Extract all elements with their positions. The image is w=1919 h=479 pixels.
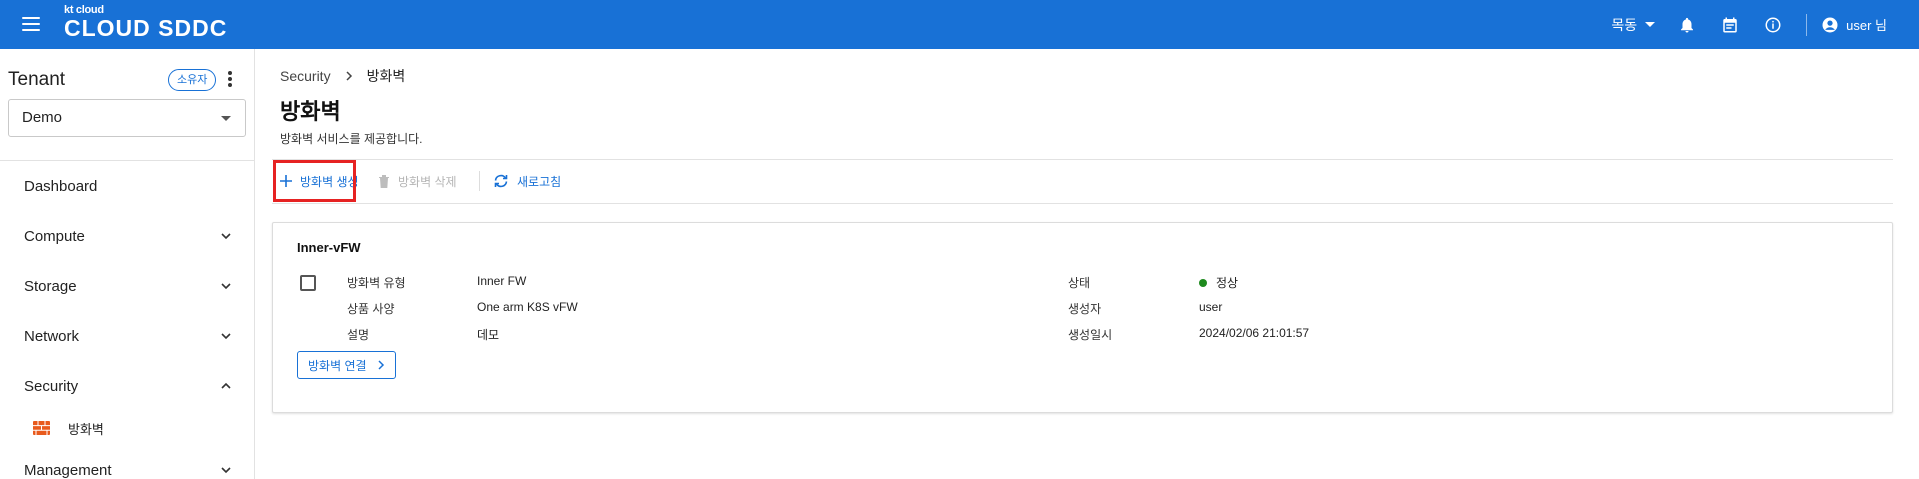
calendar-icon[interactable] — [1720, 15, 1740, 35]
chevron-down-icon — [221, 233, 231, 240]
toolbar-separator — [479, 171, 480, 191]
firewall-name: Inner-vFW — [297, 240, 361, 255]
firewall-type-label: 방화벽 유형 — [347, 276, 406, 290]
chevron-down-icon — [221, 467, 231, 474]
page-title: 방화벽 — [280, 99, 341, 124]
tenant-select-value: Demo — [22, 109, 63, 126]
chevron-up-icon — [221, 382, 231, 389]
more-options-icon[interactable] — [226, 71, 234, 89]
sidebar-item-storage[interactable]: Storage — [24, 271, 234, 301]
chevron-down-icon — [221, 333, 231, 340]
bell-icon[interactable] — [1677, 15, 1697, 35]
status-value: 정상 — [1216, 276, 1239, 290]
refresh-icon — [494, 174, 508, 188]
chevron-down-icon — [221, 283, 231, 290]
sidebar-item-label: Network — [24, 327, 80, 345]
product-spec-label: 상품 사양 — [347, 302, 395, 316]
highlight-box — [273, 160, 356, 202]
description-label: 설명 — [347, 328, 370, 342]
sidebar-item-label: Storage — [24, 277, 77, 295]
delete-firewall-label: 방화벽 삭제 — [398, 174, 457, 189]
region-select[interactable]: 목동 — [1611, 15, 1656, 35]
menu-icon[interactable] — [22, 17, 40, 31]
created-at-value: 2024/02/06 21:01:57 — [1199, 326, 1310, 340]
creator-label: 생성자 — [1068, 302, 1102, 316]
sidebar-item-management[interactable]: Management — [24, 455, 234, 479]
tenant-select[interactable]: Demo — [8, 99, 246, 137]
main-content: Security 방화벽 방화벽 방화벽 서비스를 제공합니다. 방화벽 생성 … — [256, 49, 1919, 479]
user-name: user 님 — [1846, 18, 1887, 33]
user-menu[interactable]: user 님 — [1821, 15, 1887, 34]
toolbar-divider-top — [272, 159, 1893, 160]
sidebar: Tenant 소유자 Demo Dashboard Compute Storag… — [0, 49, 255, 479]
trash-icon — [379, 175, 389, 188]
sidebar-item-security[interactable]: Security — [24, 371, 234, 401]
region-select-value: 목동 — [1611, 16, 1638, 33]
sidebar-item-label: Compute — [24, 227, 85, 245]
top-app-bar: kt cloud CLOUD SDDC 목동 user 님 — [0, 0, 1919, 49]
delete-firewall-button[interactable]: 방화벽 삭제 — [378, 169, 457, 193]
logo[interactable]: kt cloud CLOUD SDDC — [64, 5, 228, 41]
tenant-title: Tenant — [8, 69, 66, 90]
firewall-checkbox[interactable] — [300, 275, 316, 291]
connect-firewall-button[interactable]: 방화벽 연결 — [297, 351, 396, 379]
breadcrumb: Security 방화벽 — [280, 66, 405, 86]
page-description: 방화벽 서비스를 제공합니다. — [280, 132, 423, 146]
sidebar-item-label: Security — [24, 377, 79, 395]
breadcrumb-current: 방화벽 — [366, 68, 406, 84]
description-value: 데모 — [477, 328, 500, 342]
firewall-card: Inner-vFW 방화벽 유형 Inner FW 상품 사양 One arm … — [272, 222, 1893, 413]
info-icon[interactable] — [1763, 15, 1783, 35]
firewall-type-value: Inner FW — [477, 274, 527, 288]
creator-value: user — [1199, 300, 1223, 314]
logo-text: CLOUD SDDC — [64, 15, 228, 41]
refresh-button[interactable]: 새로고침 — [493, 169, 561, 193]
toolbar-divider-bottom — [272, 203, 1893, 204]
status-dot-icon — [1199, 279, 1207, 287]
chevron-right-icon — [346, 71, 352, 81]
firewall-icon — [33, 421, 50, 435]
status-label: 상태 — [1068, 276, 1091, 290]
sidebar-item-compute[interactable]: Compute — [24, 221, 234, 251]
refresh-label: 새로고침 — [517, 174, 562, 189]
owner-badge: 소유자 — [168, 69, 217, 91]
sidebar-subitem-firewall[interactable]: 방화벽 — [33, 415, 233, 441]
chevron-right-icon — [378, 360, 384, 370]
product-spec-value: One arm K8S vFW — [477, 300, 578, 314]
account-circle-icon — [1822, 17, 1838, 32]
sidebar-item-dashboard[interactable]: Dashboard — [24, 171, 234, 201]
created-at-label: 생성일시 — [1068, 328, 1113, 342]
sidebar-item-label: Management — [24, 461, 112, 479]
connect-firewall-label: 방화벽 연결 — [308, 358, 367, 373]
caret-down-icon — [1645, 22, 1656, 27]
sidebar-item-network[interactable]: Network — [24, 321, 234, 351]
toolbar-divider — [1806, 13, 1808, 36]
sidebar-subitem-label: 방화벽 — [68, 421, 104, 437]
sidebar-item-label: Dashboard — [24, 177, 98, 195]
sidebar-divider — [0, 160, 255, 161]
breadcrumb-item[interactable]: Security — [280, 68, 331, 84]
caret-down-icon — [221, 116, 231, 121]
